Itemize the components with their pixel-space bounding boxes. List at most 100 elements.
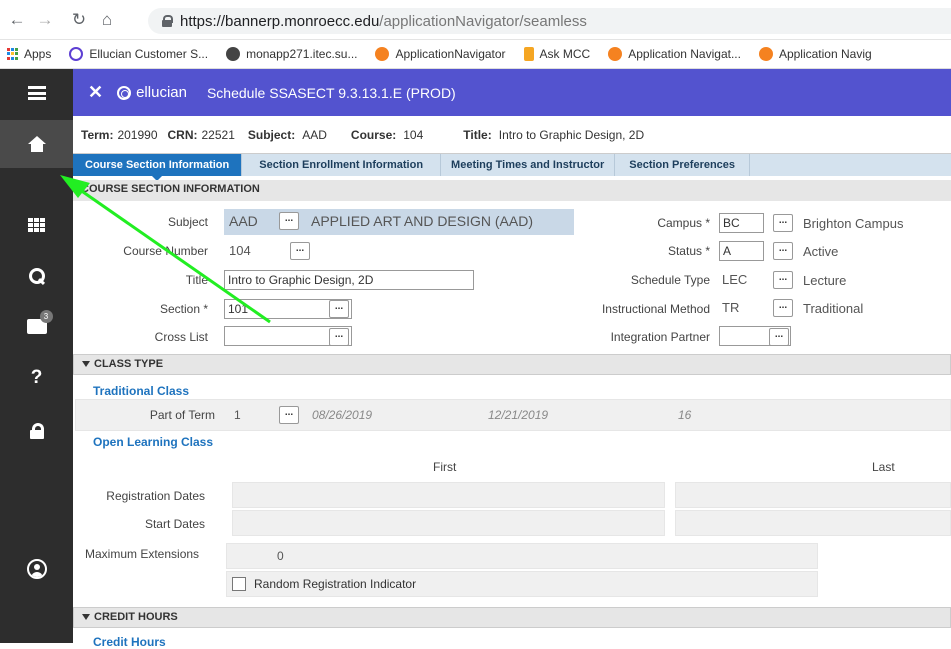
title-value: Intro to Graphic Design, 2D: [498, 127, 645, 142]
term-value: 201990: [117, 127, 158, 142]
cross-list-lookup-button[interactable]: ...: [329, 328, 349, 346]
page-header: ✕ ellucian Schedule SSASECT 9.3.13.1.E (…: [73, 69, 951, 116]
status-label: Status *: [667, 244, 710, 258]
bookmark-monapp[interactable]: monapp271.itec.su...: [226, 47, 357, 61]
first-column-header: First: [433, 460, 457, 474]
back-arrow-icon[interactable]: ←: [6, 10, 28, 30]
credit-hours-subheading: Credit Hours: [93, 635, 166, 649]
search-icon: [28, 268, 45, 284]
credit-hours-header[interactable]: CREDIT HOURS: [73, 607, 951, 628]
random-registration-checkbox[interactable]: [232, 577, 246, 591]
section-heading: COURSE SECTION INFORMATION: [81, 183, 260, 195]
appnav-icon: [758, 47, 773, 61]
integration-partner-label: Integration Partner: [610, 330, 710, 344]
campus-label: Campus *: [657, 216, 710, 230]
tab-meeting-times-instructor[interactable]: Meeting Times and Instructor: [441, 154, 616, 176]
part-of-term-value[interactable]: 1: [234, 408, 241, 422]
registration-dates-last[interactable]: [675, 482, 951, 508]
start-dates-label: Start Dates: [144, 517, 205, 531]
course-label: Course:: [350, 127, 397, 142]
schedule-type-code[interactable]: LEC: [722, 272, 747, 287]
part-of-term-lookup-button[interactable]: ...: [279, 406, 299, 424]
campus-lookup-button[interactable]: ...: [773, 214, 793, 232]
schedule-type-lookup-button[interactable]: ...: [773, 271, 793, 289]
section-label: Section *: [159, 302, 208, 316]
campus-input[interactable]: BC: [719, 213, 764, 233]
tab-course-section-information[interactable]: Course Section Information: [73, 154, 243, 181]
collapse-triangle-icon: [82, 614, 90, 620]
menu-button[interactable]: [0, 69, 73, 117]
status-lookup-button[interactable]: ...: [773, 242, 793, 260]
lock-icon: [29, 423, 44, 439]
ellucian-logo-icon: [117, 85, 132, 100]
home-icon[interactable]: ⌂: [96, 10, 118, 30]
bookmark-ask-mcc[interactable]: Ask MCC: [523, 47, 590, 61]
status-input[interactable]: A: [719, 241, 764, 261]
bookmark-label: Ellucian Customer S...: [89, 47, 209, 61]
applications-button[interactable]: [0, 201, 73, 249]
sign-out-button[interactable]: [0, 407, 73, 455]
title-label: Title:: [463, 127, 492, 142]
key-block: Term: 201990 CRN: 22521 Subject: AAD Course…: [73, 116, 951, 154]
url-host: https://bannerp.monroecc.edu: [180, 12, 380, 30]
instructional-method-code[interactable]: TR: [722, 300, 739, 315]
campus-description: Brighton Campus: [803, 216, 904, 231]
last-column-header: Last: [872, 460, 895, 474]
schedule-type-label: Schedule Type: [630, 273, 710, 287]
address-bar[interactable]: https://bannerp.monroecc.edu/application…: [148, 8, 951, 34]
grid-icon: [28, 218, 45, 232]
recent-items-button[interactable]: 3: [0, 302, 73, 350]
section-lookup-button[interactable]: ...: [329, 300, 349, 318]
title-input[interactable]: Intro to Graphic Design, 2D: [224, 270, 474, 290]
subject-label: Subject:: [247, 127, 296, 142]
bookmark-ellucian[interactable]: Ellucian Customer S...: [69, 47, 208, 61]
help-button[interactable]: ?: [0, 354, 73, 402]
cross-list-label: Cross List: [154, 330, 208, 344]
bookmark-appnav-1[interactable]: ApplicationNavigator: [375, 47, 506, 61]
page-title: Schedule SSASECT 9.3.13.1.E (PROD): [206, 84, 456, 101]
crn-value: 22521: [201, 127, 235, 142]
bookmark-appnav-2[interactable]: Application Navigat...: [608, 47, 741, 61]
course-number-value[interactable]: 104: [229, 243, 251, 258]
integration-partner-lookup-button[interactable]: ...: [769, 328, 789, 346]
home-button[interactable]: [0, 120, 73, 168]
class-type-header[interactable]: CLASS TYPE: [73, 354, 951, 375]
maximum-extensions-field[interactable]: [226, 543, 818, 569]
bookmark-appnav-3[interactable]: Application Navig: [758, 47, 872, 61]
bookmark-label: ApplicationNavigator: [395, 47, 506, 61]
subject-lookup-button[interactable]: ...: [279, 212, 299, 230]
random-registration-label: Random Registration Indicator: [254, 577, 417, 591]
instructional-method-lookup-button[interactable]: ...: [773, 299, 793, 317]
title-field-label: Title: [185, 273, 208, 287]
schedule-type-description: Lecture: [803, 273, 847, 288]
appnav-icon: [375, 47, 390, 61]
registration-dates-first[interactable]: [232, 482, 665, 508]
start-dates-last[interactable]: [675, 510, 951, 536]
part-of-term-start-date: 08/26/2019: [312, 408, 373, 422]
course-number-lookup-button[interactable]: ...: [290, 242, 310, 260]
forward-arrow-icon[interactable]: →: [34, 10, 56, 30]
start-dates-first[interactable]: [232, 510, 665, 536]
course-section-info-header[interactable]: COURSE SECTION INFORMATION: [73, 180, 951, 201]
ellucian-logo: ellucian: [117, 84, 187, 101]
bookmark-apps[interactable]: Apps: [0, 47, 51, 61]
subject-code[interactable]: AAD: [229, 213, 258, 229]
reload-icon[interactable]: ↻: [68, 10, 90, 30]
home-icon: [27, 136, 46, 152]
user-profile-button[interactable]: [0, 545, 73, 593]
close-icon[interactable]: ✕: [88, 82, 103, 103]
hamburger-icon: [27, 86, 46, 100]
maximum-extensions-label: Maximum Extensions: [85, 547, 200, 561]
tab-section-enrollment-information[interactable]: Section Enrollment Information: [242, 154, 442, 176]
url-path: /applicationNavigator/seamless: [379, 12, 587, 30]
search-button[interactable]: [0, 252, 73, 300]
collapse-triangle-icon: [82, 361, 90, 367]
lock-icon: [162, 15, 173, 27]
instructional-method-description: Traditional: [803, 301, 864, 316]
tab-section-preferences[interactable]: Section Preferences: [615, 154, 751, 176]
count-badge: 3: [39, 309, 53, 323]
help-icon: ?: [30, 367, 43, 388]
globe-icon: [226, 47, 241, 61]
status-description: Active: [803, 244, 839, 259]
user-icon: [26, 559, 47, 579]
